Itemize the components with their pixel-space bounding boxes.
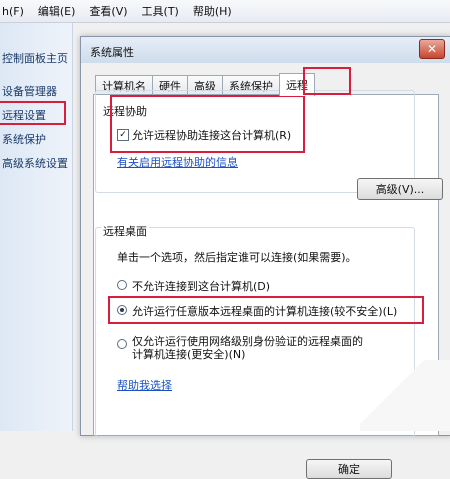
torn-edge-overlay	[360, 360, 450, 431]
left-item-advanced-settings[interactable]: 高级系统设置	[2, 155, 68, 171]
menu-file[interactable]: h(F)	[0, 5, 31, 18]
menu-tools[interactable]: 工具(T)	[135, 3, 186, 19]
remote-desktop-description: 单击一个选项，然后指定谁可以连接(如果需要)。	[117, 251, 357, 264]
dialog-titlebar[interactable]: 系统属性 ✕	[81, 37, 450, 63]
remote-assistance-info-link[interactable]: 有关启用远程协助的信息	[117, 154, 238, 170]
dialog-title: 系统属性	[90, 46, 134, 59]
ok-button[interactable]: 确定	[306, 459, 392, 479]
advanced-button[interactable]: 高级(V)...	[357, 178, 443, 200]
radio-disallow-connections-label[interactable]: 不允许连接到这台计算机(D)	[132, 278, 270, 294]
menu-view[interactable]: 查看(V)	[82, 3, 134, 19]
radio-allow-nla-only[interactable]	[117, 339, 127, 349]
highlight-box-remote-tab	[303, 67, 351, 95]
left-task-pane: 控制面板主页 设备管理器 远程设置 系统保护 高级系统设置	[0, 23, 73, 431]
highlight-box-allow-any-version	[108, 296, 424, 324]
close-icon: ✕	[426, 42, 438, 56]
left-item-control-panel-home[interactable]: 控制面板主页	[2, 50, 68, 66]
menu-bar: h(F) 编辑(E) 查看(V) 工具(T) 帮助(H)	[0, 0, 450, 23]
remote-desktop-heading: 远程桌面	[101, 223, 149, 239]
menu-edit[interactable]: 编辑(E)	[31, 3, 83, 19]
radio-disallow-connections[interactable]	[117, 280, 127, 290]
left-item-system-protection[interactable]: 系统保护	[2, 131, 46, 147]
highlight-box-remote-assistance	[110, 95, 305, 153]
close-button[interactable]: ✕	[419, 39, 445, 59]
menu-help[interactable]: 帮助(H)	[186, 3, 239, 19]
highlight-box-remote-settings	[0, 101, 66, 125]
radio-allow-nla-only-label[interactable]: 仅允许运行使用网络级别身份验证的远程桌面的计算机连接(更安全)(N)	[132, 335, 372, 361]
left-item-device-manager[interactable]: 设备管理器	[2, 83, 57, 99]
help-me-choose-link[interactable]: 帮助我选择	[117, 377, 172, 393]
